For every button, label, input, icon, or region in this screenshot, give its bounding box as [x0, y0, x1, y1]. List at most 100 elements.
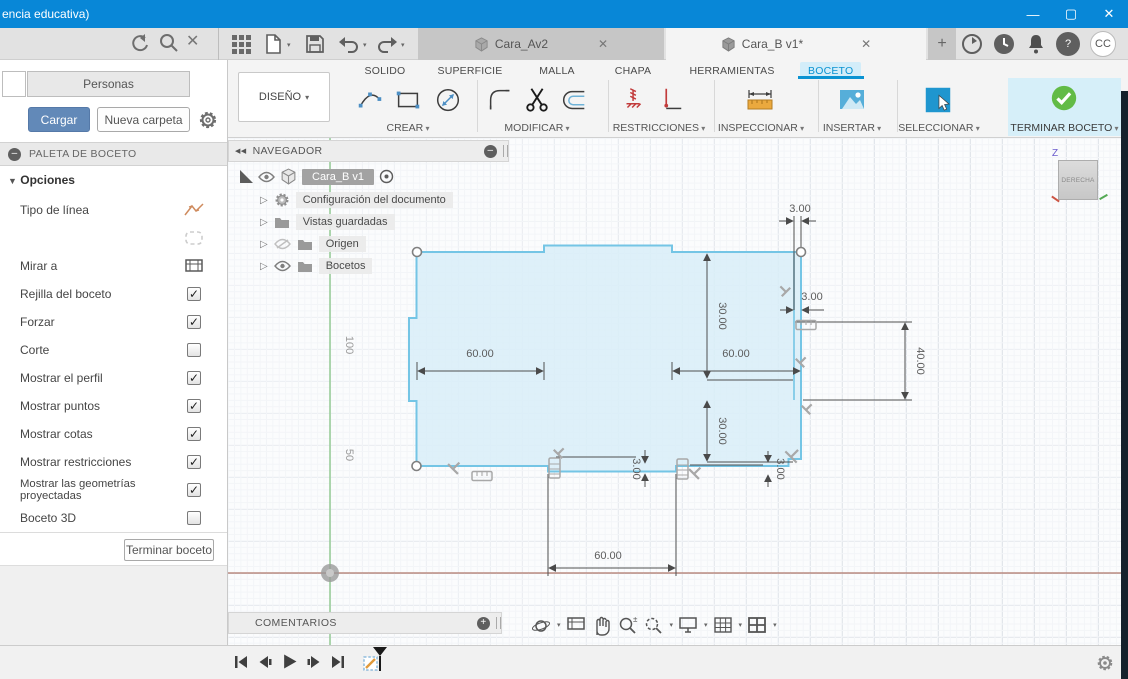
- new-folder-button[interactable]: Nueva carpeta: [97, 107, 190, 132]
- checkbox-corte[interactable]: [187, 343, 201, 357]
- help-icon[interactable]: ?: [1056, 32, 1080, 56]
- collapse-left-icon[interactable]: ◀◀: [235, 147, 247, 155]
- apps-grid-icon[interactable]: [230, 33, 252, 55]
- viewports-icon[interactable]: [746, 614, 768, 636]
- eye-icon[interactable]: [258, 171, 275, 183]
- zoom-icon[interactable]: ±: [617, 614, 639, 636]
- group-label-inspeccionar[interactable]: INSPECCIONAR: [711, 122, 811, 134]
- ribbon-tab-superficie[interactable]: SUPERFICIE: [436, 62, 504, 79]
- navigator-collapse-icon[interactable]: –: [484, 144, 497, 158]
- timeline-settings-gear-icon[interactable]: [1096, 654, 1114, 672]
- disabled-curve-icon[interactable]: [183, 229, 205, 247]
- tree-item-origin[interactable]: ▷ Origen: [260, 236, 366, 252]
- sketch-canvas[interactable]: 100 50 3.00 30.00 3.00 60.00 60.00 40.00…: [228, 138, 1128, 645]
- checkbox-boceto-3d[interactable]: [187, 511, 201, 525]
- zoom-window-caret-icon[interactable]: ▾: [670, 621, 674, 629]
- ribbon-tab-chapa[interactable]: CHAPA: [608, 62, 658, 79]
- navigator-grip[interactable]: [503, 145, 508, 157]
- zoom-window-icon[interactable]: [643, 614, 665, 636]
- tree-item-doc-settings[interactable]: ▷ Configuración del documento: [260, 192, 453, 208]
- display-caret-icon[interactable]: ▾: [704, 621, 708, 629]
- grid-caret-icon[interactable]: ▾: [739, 621, 743, 629]
- viewports-caret-icon[interactable]: ▾: [773, 621, 777, 629]
- checkbox-forzar[interactable]: [187, 315, 201, 329]
- insert-image-icon[interactable]: [836, 84, 868, 116]
- create-rectangle-icon[interactable]: [392, 84, 424, 116]
- group-label-crear[interactable]: CREAR: [368, 122, 448, 134]
- group-label-terminar-boceto[interactable]: TERMINAR BOCETO: [1008, 122, 1121, 134]
- recent-clock-icon[interactable]: [992, 32, 1016, 56]
- display-settings-icon[interactable]: [677, 614, 699, 636]
- modify-trim-scissors-icon[interactable]: [521, 84, 553, 116]
- expander-icon[interactable]: ▷: [260, 261, 268, 272]
- data-tab[interactable]: [2, 71, 26, 97]
- ribbon-tab-solido[interactable]: SOLIDO: [358, 62, 412, 79]
- new-tab-button[interactable]: +: [928, 28, 956, 60]
- comments-grip[interactable]: [496, 617, 501, 629]
- modify-offset-icon[interactable]: [558, 84, 590, 116]
- eye-off-icon[interactable]: [273, 238, 291, 250]
- comments-bar[interactable]: COMENTARIOS +: [228, 612, 502, 634]
- tree-root-label[interactable]: Cara_B v1: [302, 168, 374, 185]
- tree-item-label[interactable]: Origen: [318, 236, 366, 252]
- create-arc-icon[interactable]: [354, 84, 386, 116]
- undo-icon[interactable]: [338, 33, 360, 55]
- refresh-icon[interactable]: [128, 32, 150, 54]
- group-label-insertar[interactable]: INSERTAR: [817, 122, 887, 134]
- tree-item-label[interactable]: Configuración del documento: [295, 192, 453, 208]
- orbit-caret-icon[interactable]: ▾: [557, 621, 561, 629]
- tree-item-label[interactable]: Bocetos: [318, 258, 373, 274]
- file-new-caret-icon[interactable]: ▾: [287, 41, 291, 49]
- settings-gear-icon[interactable]: [198, 110, 218, 130]
- line-type-icon[interactable]: [183, 201, 205, 219]
- search-icon[interactable]: [158, 32, 180, 54]
- step-forward-icon[interactable]: [307, 655, 321, 669]
- comments-add-icon[interactable]: +: [477, 616, 490, 630]
- doc-tab-cara-av2[interactable]: Cara_Av2 ✕: [418, 28, 664, 60]
- look-at-icon[interactable]: [183, 257, 205, 275]
- viewcube[interactable]: DERECHA: [1058, 160, 1098, 200]
- navigator-bar[interactable]: ◀◀ NAVEGADOR –: [228, 140, 509, 162]
- expander-icon[interactable]: ▷: [260, 195, 268, 206]
- pan-hand-icon[interactable]: [591, 614, 613, 636]
- orbit-icon[interactable]: [530, 614, 552, 636]
- expander-icon[interactable]: ▷: [260, 217, 268, 228]
- checkbox-geometrias-proyectadas[interactable]: [187, 483, 201, 497]
- activate-radio-icon[interactable]: [379, 169, 394, 184]
- look-at-icon[interactable]: [565, 614, 587, 636]
- upload-button[interactable]: Cargar: [28, 107, 90, 132]
- eye-icon[interactable]: [273, 260, 291, 272]
- finish-sketch-check-icon[interactable]: [1048, 82, 1080, 114]
- checkbox-mostrar-puntos[interactable]: [187, 399, 201, 413]
- maximize-button[interactable]: ▢: [1052, 0, 1090, 28]
- ribbon-tab-malla[interactable]: MALLA: [534, 62, 580, 79]
- tree-item-saved-views[interactable]: ▷ Vistas guardadas: [260, 214, 395, 230]
- redo-caret-icon[interactable]: ▾: [401, 41, 405, 49]
- notifications-bell-icon[interactable]: [1024, 32, 1048, 56]
- ribbon-tab-herramientas[interactable]: HERRAMIENTAS: [689, 62, 774, 79]
- modify-fillet-icon[interactable]: [484, 84, 516, 116]
- inspect-measure-icon[interactable]: [744, 84, 776, 116]
- close-tab-icon[interactable]: ✕: [861, 37, 871, 51]
- close-tab-icon[interactable]: ✕: [598, 37, 608, 51]
- doc-tab-cara-b[interactable]: Cara_B v1* ✕: [666, 28, 926, 60]
- tree-item-label[interactable]: Vistas guardadas: [295, 214, 395, 230]
- constraint-hatch-icon[interactable]: [618, 84, 650, 116]
- close-panel-icon[interactable]: ✕: [186, 31, 199, 51]
- step-back-icon[interactable]: [258, 655, 272, 669]
- job-status-icon[interactable]: [960, 32, 984, 56]
- avatar[interactable]: CC: [1090, 31, 1116, 57]
- group-label-restricciones[interactable]: RESTRICCIONES: [604, 122, 714, 134]
- undo-caret-icon[interactable]: ▾: [363, 41, 367, 49]
- create-circle-icon[interactable]: [432, 84, 464, 116]
- select-tool-icon[interactable]: [922, 84, 954, 116]
- redo-icon[interactable]: [376, 33, 398, 55]
- design-workspace-button[interactable]: DISEÑO: [238, 72, 330, 122]
- play-icon[interactable]: [282, 654, 297, 669]
- go-to-end-icon[interactable]: [331, 655, 345, 669]
- group-label-seleccionar[interactable]: SELECCIONAR: [896, 122, 982, 134]
- finish-sketch-button[interactable]: Terminar boceto: [124, 539, 214, 561]
- checkbox-rejilla[interactable]: [187, 287, 201, 301]
- options-header[interactable]: ▼ Opciones: [8, 173, 75, 187]
- file-new-icon[interactable]: [262, 33, 284, 55]
